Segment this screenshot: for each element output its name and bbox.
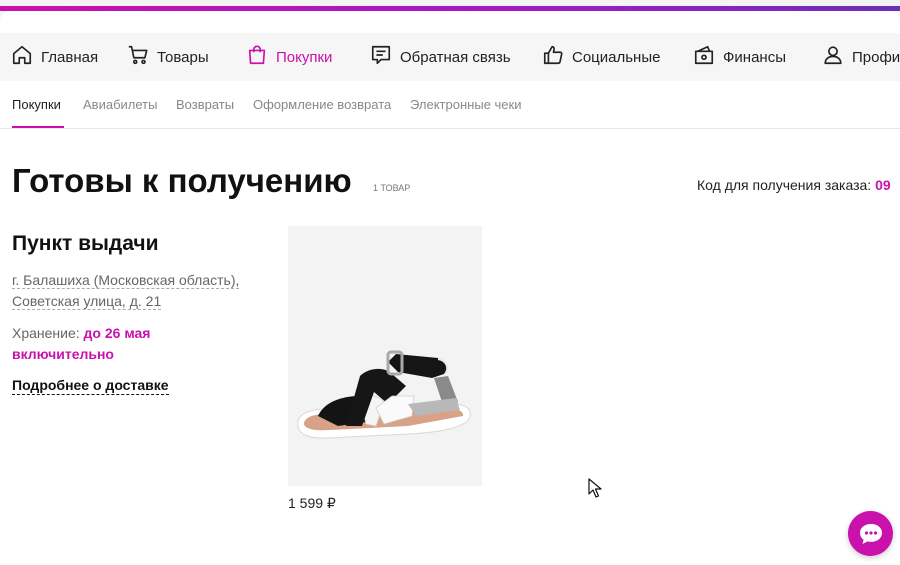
sub-navigation: Покупки Авиабилеты Возвраты Оформление в… [0, 81, 900, 129]
sandal-image [297, 350, 471, 439]
storage-label: Хранение: [12, 325, 80, 341]
nav-item-label: Покупки [276, 48, 333, 66]
subnav-e-receipts[interactable]: Электронные чеки [410, 97, 521, 112]
pickup-point-title: Пункт выдачи [12, 232, 159, 255]
shopping-bag-icon [246, 44, 268, 70]
chat-button[interactable] [848, 511, 893, 556]
items-count: 1 товар [373, 183, 411, 193]
nav-item-purchases[interactable]: Покупки [246, 33, 332, 81]
subnav-returns[interactable]: Возвраты [176, 97, 234, 112]
subnav-return-form[interactable]: Оформление возврата [253, 97, 391, 112]
nav-item-finance[interactable]: Финансы [693, 33, 786, 81]
subnav-air-tickets[interactable]: Авиабилеты [83, 97, 157, 112]
active-tab-indicator [12, 126, 64, 128]
top-banner [0, 0, 900, 33]
nav-item-home[interactable]: Главная [11, 33, 98, 81]
nav-item-profile[interactable]: Профиль [822, 33, 900, 81]
mouse-cursor-icon [588, 478, 602, 498]
nav-item-products[interactable]: Товары [127, 33, 209, 81]
pickup-code-label: Код для получения заказа: [697, 177, 872, 193]
home-icon [11, 44, 33, 70]
address-line-2: Советская улица, д. 21 [12, 293, 162, 310]
storage-info: Хранение: до 26 мая включительно [12, 323, 232, 365]
thumbs-up-icon [542, 44, 564, 70]
nav-item-label: Профиль [852, 48, 900, 66]
pickup-code: Код для получения заказа: 09 [697, 177, 891, 193]
nav-item-feedback[interactable]: Обратная связь [370, 33, 511, 81]
nav-item-label: Товары [157, 48, 209, 66]
wallet-icon [693, 44, 715, 70]
pickup-address[interactable]: г. Балашиха (Московская область), Советс… [12, 270, 240, 312]
main-navigation: Главная Товары Покупки Обратная связь Со… [0, 33, 900, 81]
storage-until: до 26 мая [83, 325, 151, 341]
pickup-code-value: 09 [875, 177, 891, 193]
delivery-details-link[interactable]: Подробнее о доставке [12, 377, 169, 395]
address-line-1: г. Балашиха (Московская область), [12, 272, 240, 289]
nav-item-label: Социальные [572, 48, 661, 66]
user-icon [822, 44, 844, 70]
cart-icon [127, 44, 149, 70]
nav-item-social[interactable]: Социальные [542, 33, 660, 81]
nav-item-label: Главная [41, 48, 99, 66]
feedback-icon [370, 44, 392, 70]
storage-suffix: включительно [12, 346, 114, 362]
product-price: 1 599 ₽ [288, 495, 336, 511]
chat-bubble-icon [859, 523, 882, 544]
nav-item-label: Обратная связь [400, 48, 511, 66]
product-card[interactable] [288, 226, 482, 486]
subnav-purchases[interactable]: Покупки [12, 97, 61, 112]
nav-item-label: Финансы [723, 48, 786, 66]
page-title: Готовы к получению [12, 162, 352, 199]
